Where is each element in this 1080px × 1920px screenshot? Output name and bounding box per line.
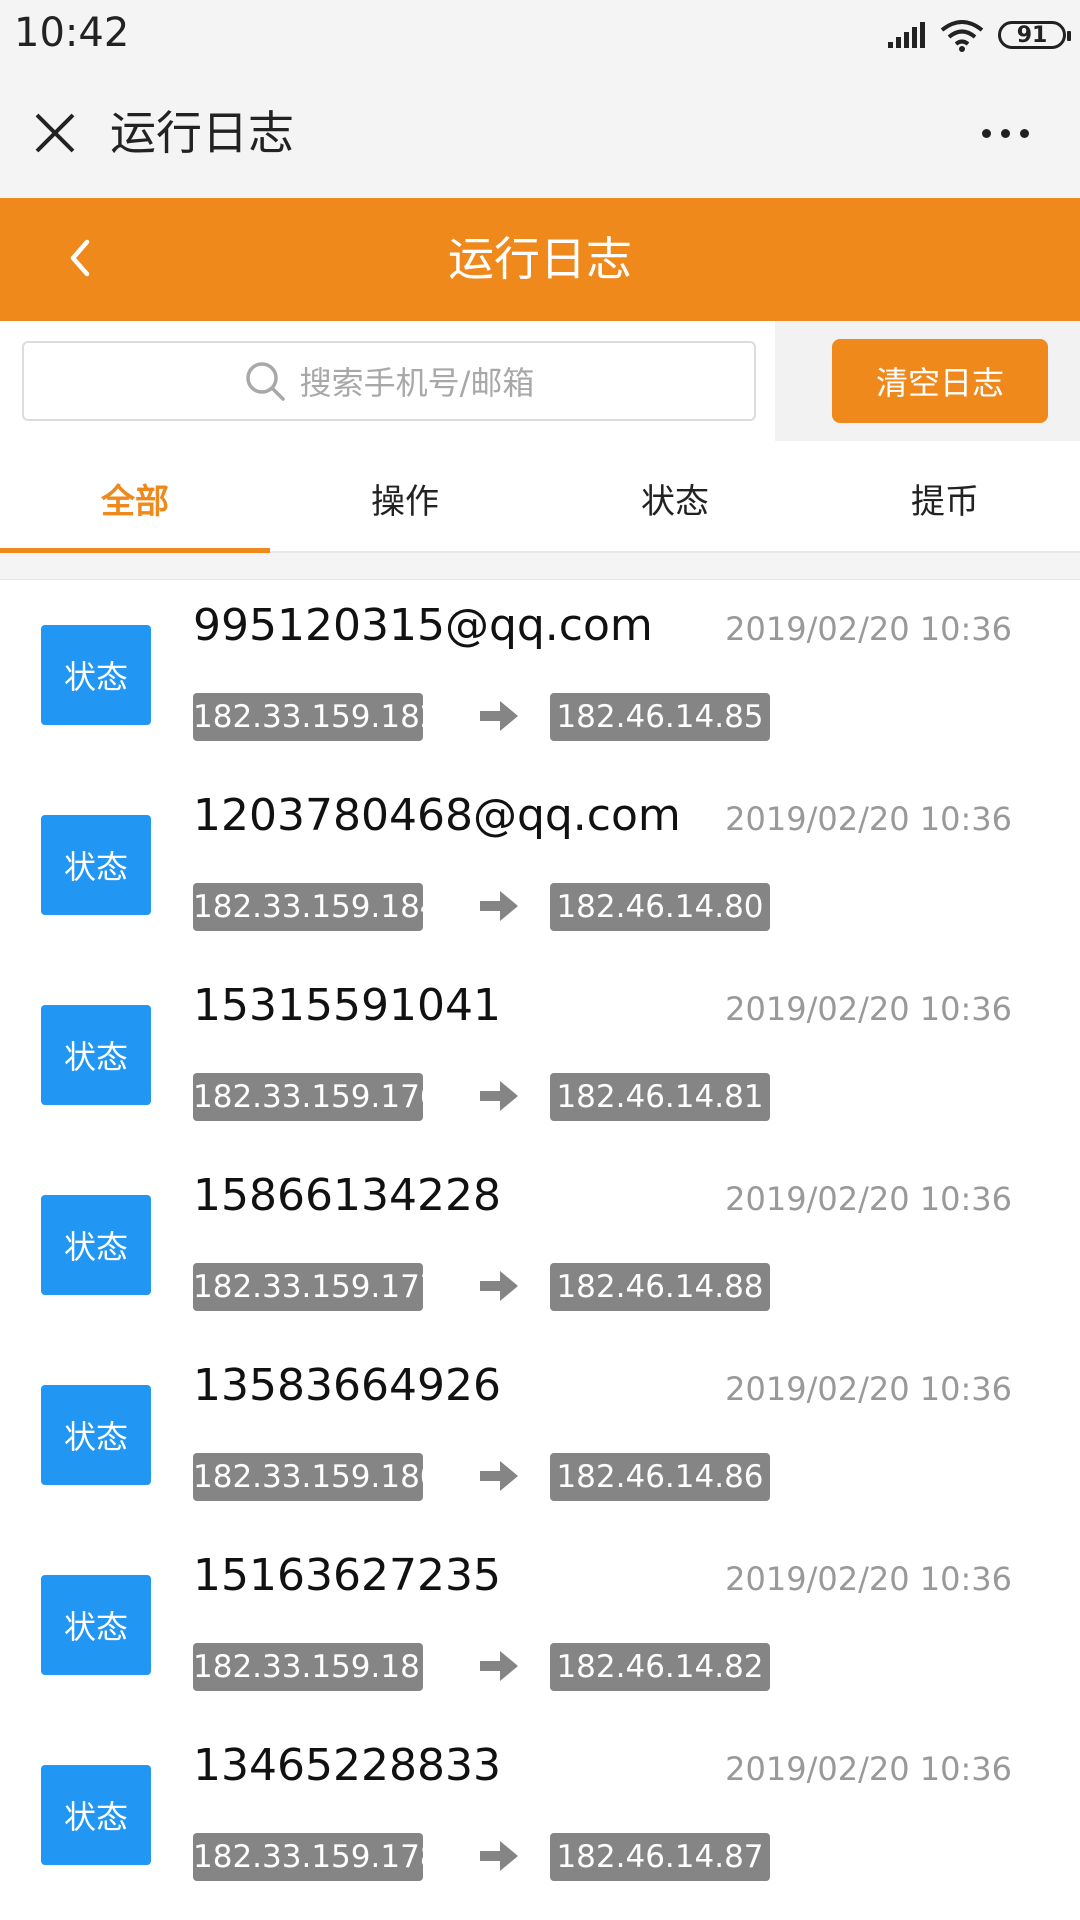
log-time: 2019/02/20 10:36 — [725, 1750, 1012, 1788]
arrow-right-icon — [480, 1841, 518, 1871]
from-ip-tag: 182.33.159.180 — [193, 1453, 440, 1501]
log-account: 13465228833 — [193, 1740, 501, 1791]
from-ip-tag: 182.33.159.184 — [193, 883, 440, 931]
divider — [0, 553, 1080, 580]
to-ip-tag: 182.46.14.82 — [550, 1643, 770, 1691]
log-type-badge: 状态 — [41, 1195, 151, 1295]
tab-withdraw[interactable]: 提币 — [810, 445, 1080, 551]
log-type-badge: 状态 — [41, 815, 151, 915]
status-time: 10:42 — [14, 10, 130, 56]
log-type-badge: 状态 — [41, 1575, 151, 1675]
topbar-title: 运行日志 — [110, 106, 294, 160]
wifi-icon — [940, 20, 984, 52]
from-ip-tag: 182.33.159.181 — [193, 1643, 440, 1691]
page-title: 运行日志 — [448, 232, 632, 286]
arrow-right-icon — [480, 701, 518, 731]
status-icons: 91 — [886, 15, 1071, 55]
log-row[interactable]: 状态 15866134228 2019/02/20 10:36 182.33.1… — [0, 1150, 1080, 1340]
log-time: 2019/02/20 10:36 — [725, 800, 1012, 838]
tab-status[interactable]: 状态 — [540, 445, 810, 551]
top-bar: 运行日志 — [0, 70, 1080, 198]
search-placeholder: 搜索手机号/邮箱 — [299, 364, 535, 402]
log-time: 2019/02/20 10:36 — [725, 1180, 1012, 1218]
to-ip-tag: 182.46.14.81 — [550, 1073, 770, 1121]
status-bar: 10:42 91 — [0, 0, 1080, 70]
from-ip-tag: 182.33.159.182 — [193, 693, 440, 741]
more-dot-icon — [981, 128, 991, 138]
back-button[interactable] — [50, 228, 110, 288]
close-button[interactable] — [24, 102, 86, 164]
battery-icon: 91 — [998, 21, 1071, 49]
nav-bar: 运行日志 — [0, 198, 1080, 321]
to-ip-tag: 182.46.14.80 — [550, 883, 770, 931]
log-row[interactable]: 状态 15163627235 2019/02/20 10:36 182.33.1… — [0, 1530, 1080, 1720]
log-account: 995120315@qq.com — [193, 600, 653, 651]
log-type-badge: 状态 — [41, 1385, 151, 1485]
battery-level: 91 — [1016, 22, 1048, 48]
to-ip-tag: 182.46.14.87 — [550, 1833, 770, 1881]
tab-all[interactable]: 全部 — [0, 445, 270, 553]
log-type-badge: 状态 — [41, 625, 151, 725]
arrow-right-icon — [480, 1081, 518, 1111]
chevron-left-icon — [70, 239, 90, 277]
arrow-right-icon — [480, 1651, 518, 1681]
log-time: 2019/02/20 10:36 — [725, 1370, 1012, 1408]
log-account: 13583664926 — [193, 1360, 501, 1411]
to-ip-tag: 182.46.14.88 — [550, 1263, 770, 1311]
to-ip-tag: 182.46.14.85 — [550, 693, 770, 741]
to-ip-tag: 182.46.14.86 — [550, 1453, 770, 1501]
arrow-right-icon — [480, 891, 518, 921]
log-row[interactable]: 状态 13465228833 2019/02/20 10:36 182.33.1… — [0, 1720, 1080, 1910]
signal-icon — [888, 22, 925, 48]
log-account: 15315591041 — [193, 980, 501, 1031]
log-row[interactable]: 状态 13583664926 2019/02/20 10:36 182.33.1… — [0, 1340, 1080, 1530]
log-row[interactable]: 状态 15315591041 2019/02/20 10:36 182.33.1… — [0, 960, 1080, 1150]
log-type-badge: 状态 — [41, 1765, 151, 1865]
log-time: 2019/02/20 10:36 — [725, 610, 1012, 648]
more-dot-icon — [1000, 128, 1010, 138]
close-icon — [35, 113, 75, 153]
from-ip-tag: 182.33.159.177 — [193, 1263, 440, 1311]
more-dot-icon — [1019, 128, 1029, 138]
arrow-right-icon — [480, 1271, 518, 1301]
log-time: 2019/02/20 10:36 — [725, 1560, 1012, 1598]
search-input[interactable]: 搜索手机号/邮箱 — [22, 341, 756, 421]
more-button[interactable] — [970, 102, 1040, 164]
clear-log-button[interactable]: 清空日志 — [832, 339, 1048, 423]
from-ip-tag: 182.33.159.176 — [193, 1073, 440, 1121]
log-row[interactable]: 状态 1203780468@qq.com 2019/02/20 10:36 18… — [0, 770, 1080, 960]
search-row: 搜索手机号/邮箱 清空日志 — [0, 321, 1080, 441]
log-account: 15163627235 — [193, 1550, 501, 1601]
from-ip-tag: 182.33.159.178 — [193, 1833, 440, 1881]
log-account: 15866134228 — [193, 1170, 501, 1221]
arrow-right-icon — [480, 1461, 518, 1491]
log-list: 状态 995120315@qq.com 2019/02/20 10:36 182… — [0, 580, 1080, 1910]
log-type-badge: 状态 — [41, 1005, 151, 1105]
search-icon — [245, 362, 285, 401]
filter-tabs: 全部 操作 状态 提币 — [0, 445, 1080, 553]
log-account: 1203780468@qq.com — [193, 790, 681, 841]
log-row[interactable]: 状态 995120315@qq.com 2019/02/20 10:36 182… — [0, 580, 1080, 770]
log-time: 2019/02/20 10:36 — [725, 990, 1012, 1028]
tab-operation[interactable]: 操作 — [270, 445, 540, 551]
